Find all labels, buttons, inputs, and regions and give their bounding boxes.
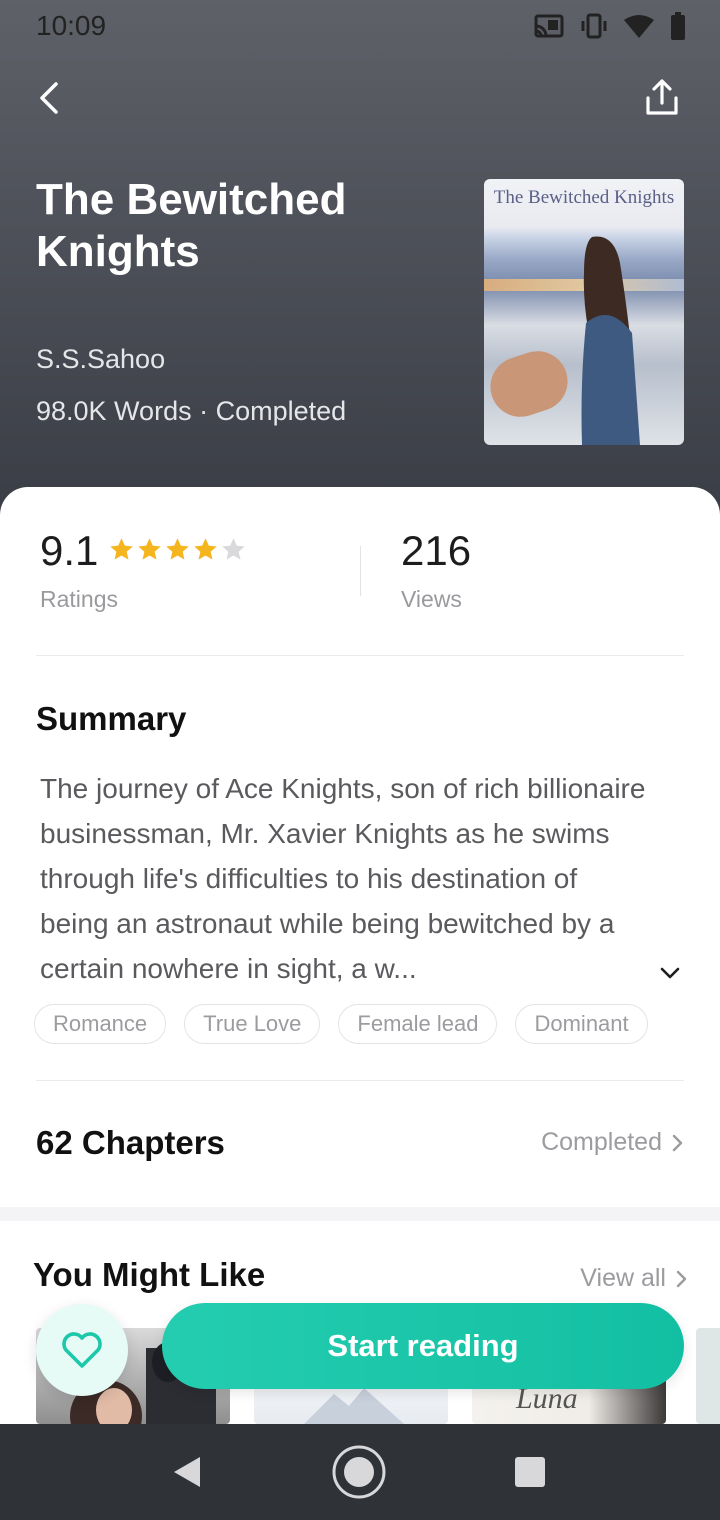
divider <box>36 1080 684 1081</box>
summary-heading: Summary <box>36 700 187 737</box>
battery-icon <box>671 12 685 40</box>
views-value: 216 <box>401 527 472 574</box>
tag[interactable]: Dominant <box>515 1004 648 1044</box>
book-cover: The Bewitched Knights <box>484 179 684 445</box>
recommended-book-cover[interactable] <box>696 1328 720 1424</box>
recommendations-heading: You Might Like <box>33 1256 266 1293</box>
chapters-status: Completed <box>541 1128 662 1156</box>
cover-figure-illustration <box>581 236 640 445</box>
book-author[interactable]: S.S.Sahoo <box>36 344 165 375</box>
star-icon <box>110 538 133 560</box>
genre-tags: Romance True Love Female lead Dominant <box>34 1004 648 1044</box>
nav-recents-icon[interactable] <box>513 1455 547 1489</box>
cast-icon <box>534 14 564 38</box>
wifi-icon <box>624 15 654 38</box>
chevron-right-icon <box>676 1270 687 1287</box>
book-meta: 98.0K Words · Completed <box>36 396 347 426</box>
chevron-down-icon[interactable] <box>657 960 683 986</box>
chapters-status-link[interactable]: Completed <box>541 1128 684 1157</box>
nav-home-icon[interactable] <box>331 1444 387 1500</box>
book-title: The Bewitched Knights <box>36 175 347 276</box>
status-time: 10:09 <box>36 10 107 41</box>
back-button[interactable] <box>30 78 70 118</box>
add-to-library-button[interactable] <box>36 1304 128 1396</box>
tag[interactable]: Female lead <box>338 1004 498 1044</box>
chevron-right-icon <box>672 1134 683 1151</box>
views-label: Views <box>401 586 462 612</box>
view-all-link[interactable]: View all <box>580 1264 688 1293</box>
star-icon <box>222 538 245 560</box>
chapters-title[interactable]: 62 Chapters <box>36 1124 225 1162</box>
view-all-label: View all <box>580 1264 666 1292</box>
star-icon <box>166 538 189 560</box>
share-icon <box>646 79 678 115</box>
rating-label: Ratings <box>40 586 118 612</box>
start-reading-button[interactable]: Start reading <box>162 1303 684 1389</box>
system-navigation-bar <box>0 1424 720 1520</box>
chevron-left-icon <box>40 82 58 114</box>
stats-divider <box>360 546 361 596</box>
star-icon <box>138 538 161 560</box>
status-bar: 10:09 <box>0 0 720 56</box>
heart-icon <box>62 1332 102 1368</box>
star-icon <box>194 538 217 560</box>
section-separator <box>0 1207 720 1221</box>
rating-stars <box>108 536 247 563</box>
summary-text: The journey of Ace Knights, son of rich … <box>40 773 646 984</box>
share-button[interactable] <box>642 78 682 118</box>
nav-back-icon[interactable] <box>170 1454 204 1490</box>
tag[interactable]: True Love <box>184 1004 321 1044</box>
tag[interactable]: Romance <box>34 1004 167 1044</box>
cover-title: The Bewitched Knights <box>493 187 675 208</box>
vibrate-icon <box>581 13 607 39</box>
rating-value: 9.1 <box>40 527 99 574</box>
divider <box>36 655 684 656</box>
